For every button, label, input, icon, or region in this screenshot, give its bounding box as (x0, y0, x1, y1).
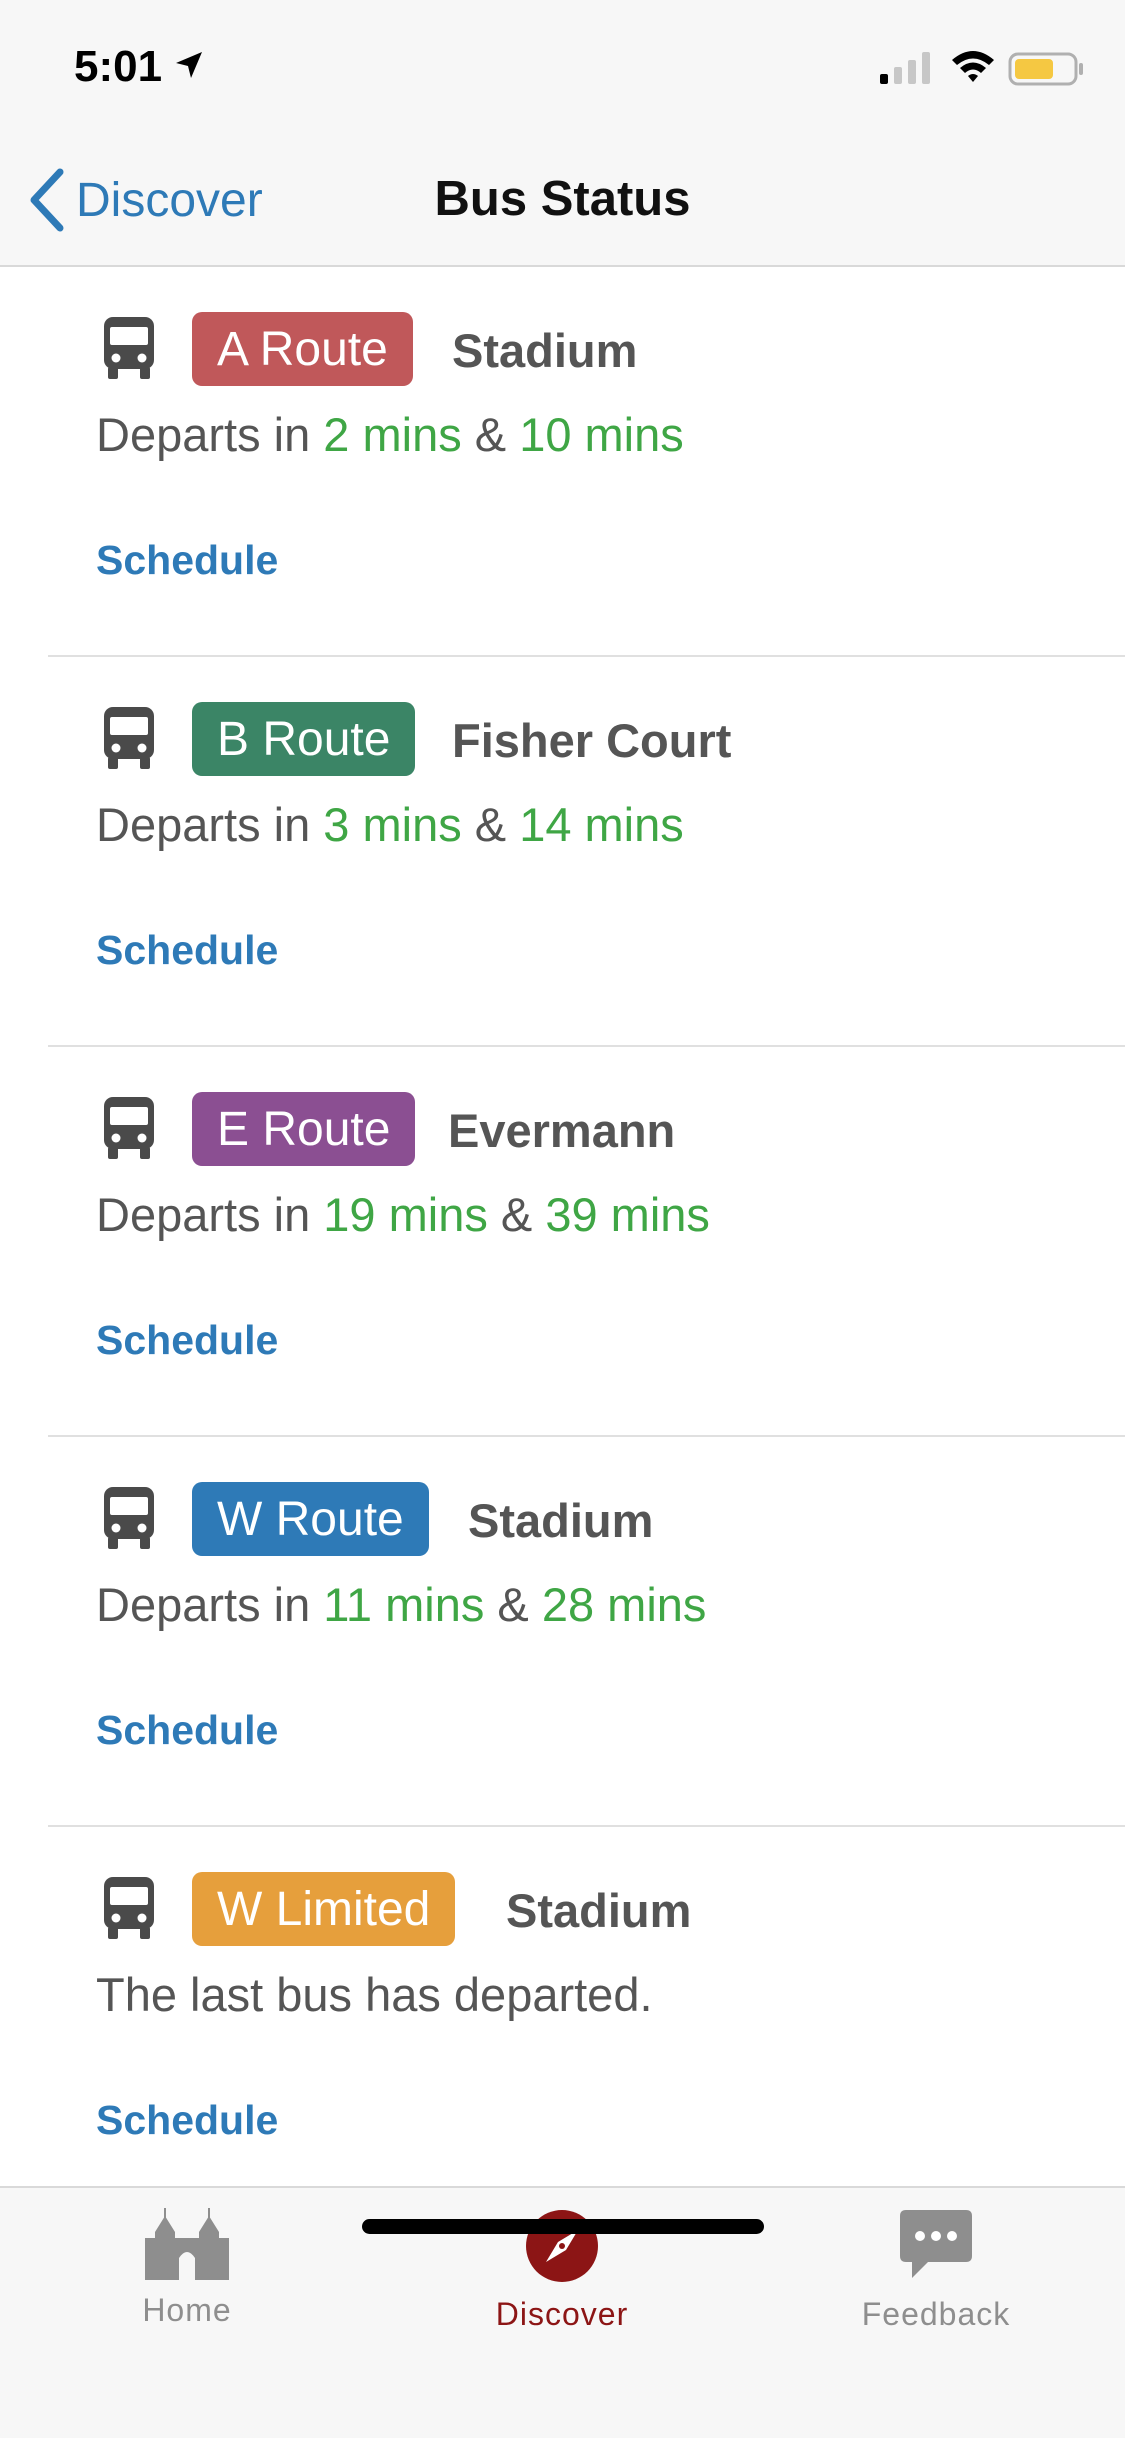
bus-icon (104, 317, 154, 379)
schedule-link[interactable]: Schedule (96, 537, 278, 584)
route-card-e: E Route Evermann Departs in 19 mins & 39… (48, 1047, 1125, 1437)
schedule-link[interactable]: Schedule (96, 2097, 278, 2144)
route-badge: W Limited (192, 1872, 456, 1946)
tab-label: Discover (495, 2296, 629, 2332)
tab-home[interactable]: Home (57, 2208, 317, 2329)
bus-icon (104, 1877, 154, 1939)
tab-bar: Home Discover Feedback (0, 2186, 1125, 2438)
bus-route-list: A Route Stadium Departs in 2 mins & 10 m… (0, 267, 1125, 2215)
route-destination: Fisher Court (452, 714, 732, 767)
route-destination: Stadium (506, 1884, 692, 1937)
route-card-w-limited: W Limited Stadium The last bus has depar… (48, 1827, 1125, 2215)
tab-label: Feedback (861, 2296, 1011, 2332)
schedule-link[interactable]: Schedule (96, 1317, 278, 1364)
departure-times: Departs in 19 mins & 39 mins (96, 1187, 710, 1242)
signal-icon (880, 52, 930, 84)
departs-separator: & (484, 1578, 542, 1631)
departs-prefix: Departs in (96, 408, 324, 461)
departs-prefix: Departs in (96, 1188, 324, 1241)
departure-times: Departs in 11 mins & 28 mins (96, 1577, 706, 1632)
wifi-icon (952, 51, 994, 82)
home-icon (145, 2208, 229, 2280)
route-card-w: W Route Stadium Departs in 11 mins & 28 … (48, 1437, 1125, 1827)
departs-prefix: Departs in (96, 1578, 324, 1631)
departure-times: Departs in 2 mins & 10 mins (96, 407, 684, 462)
departure-time-2: 28 mins (541, 1578, 707, 1631)
departs-prefix: Departs in (96, 798, 324, 851)
departure-message: The last bus has departed. (96, 1968, 653, 2021)
location-arrow-icon (176, 52, 202, 78)
departs-separator: & (461, 798, 520, 851)
bus-icon (104, 1097, 154, 1159)
departure-time-1: 2 mins (323, 408, 462, 461)
page-title: Bus Status (434, 172, 691, 226)
route-destination: Stadium (452, 324, 638, 377)
departure-time-2: 14 mins (519, 798, 684, 851)
route-card-a: A Route Stadium Departs in 2 mins & 10 m… (48, 267, 1125, 657)
bus-icon (104, 707, 154, 769)
tab-feedback[interactable]: Feedback (806, 2208, 1066, 2333)
departure-time-1: 11 mins (323, 1578, 485, 1631)
departure-time-1: 19 mins (323, 1188, 488, 1241)
status-bar: 5:01 (0, 0, 1125, 135)
route-badge: B Route (192, 702, 416, 776)
schedule-link[interactable]: Schedule (96, 1707, 278, 1754)
route-badge: W Route (192, 1482, 429, 1556)
route-destination: Evermann (448, 1104, 676, 1157)
route-card-b: B Route Fisher Court Departs in 3 mins &… (48, 657, 1125, 1047)
departure-time-2: 39 mins (545, 1188, 710, 1241)
route-badge: E Route (192, 1092, 416, 1166)
departs-separator: & (461, 408, 520, 461)
departure-times: Departs in 3 mins & 14 mins (96, 797, 684, 852)
departure-time-1: 3 mins (323, 798, 462, 851)
bus-icon (104, 1487, 154, 1549)
status-time: 5:01 (74, 42, 163, 91)
route-badge: A Route (192, 312, 413, 386)
battery-icon (1008, 52, 1083, 86)
route-destination: Stadium (468, 1494, 654, 1547)
departs-separator: & (487, 1188, 546, 1241)
chat-icon (900, 2210, 972, 2278)
navigation-bar: Discover Bus Status (0, 135, 1125, 267)
schedule-link[interactable]: Schedule (96, 927, 278, 974)
tab-label: Home (142, 2292, 232, 2328)
home-indicator[interactable] (362, 2219, 764, 2234)
departure-time-2: 10 mins (519, 408, 684, 461)
